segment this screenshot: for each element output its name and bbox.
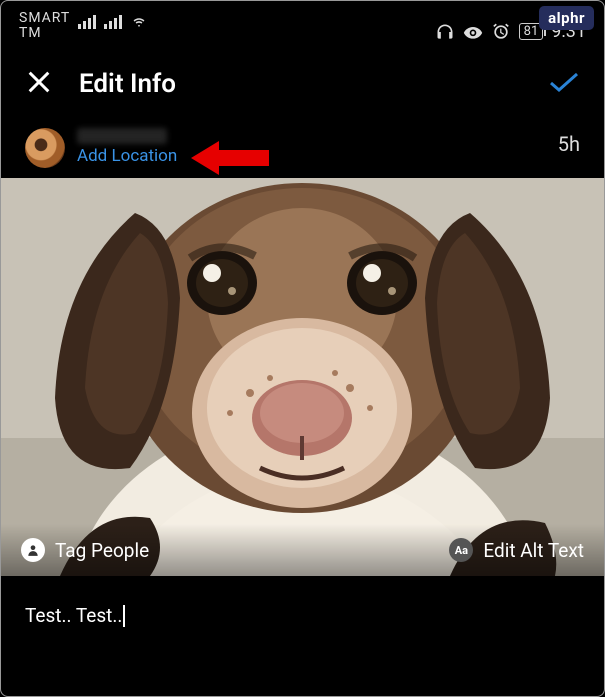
caption-input[interactable]: Test.. Test.. [1,576,604,655]
edit-alt-text-label: Edit Alt Text [483,539,584,562]
tag-people-label: Tag People [55,539,149,562]
confirm-button[interactable] [548,70,580,98]
carrier-label: SMART TM [19,11,70,42]
tag-people-button[interactable]: Tag People [21,538,149,562]
wifi-icon [130,15,148,29]
add-location-button[interactable]: Add Location [77,146,177,166]
edit-info-header: Edit Info [1,48,604,116]
post-meta-row: Add Location 5h [1,116,604,168]
signal-icon [78,15,96,29]
annotation-arrow-icon [191,138,271,178]
username-blurred [77,128,167,144]
aa-icon: Aa [449,538,473,562]
avatar[interactable] [25,128,65,168]
signal-icon [104,15,122,29]
edit-alt-text-button[interactable]: Aa Edit Alt Text [449,538,584,562]
post-time: 5h [558,132,580,156]
eye-icon [463,22,483,42]
alarm-icon [491,22,511,42]
page-title: Edit Info [79,69,176,99]
text-cursor [123,605,125,627]
status-bar: SMART TM 81 9:31 [1,1,604,48]
caption-text: Test.. Test.. [25,604,122,627]
alphr-watermark: alphr [539,6,594,30]
close-icon [25,68,53,96]
headphones-icon [435,22,455,42]
close-button[interactable] [25,68,53,100]
checkmark-icon [548,70,580,94]
person-icon [21,538,45,562]
post-image[interactable]: Tag People Aa Edit Alt Text [1,178,604,576]
